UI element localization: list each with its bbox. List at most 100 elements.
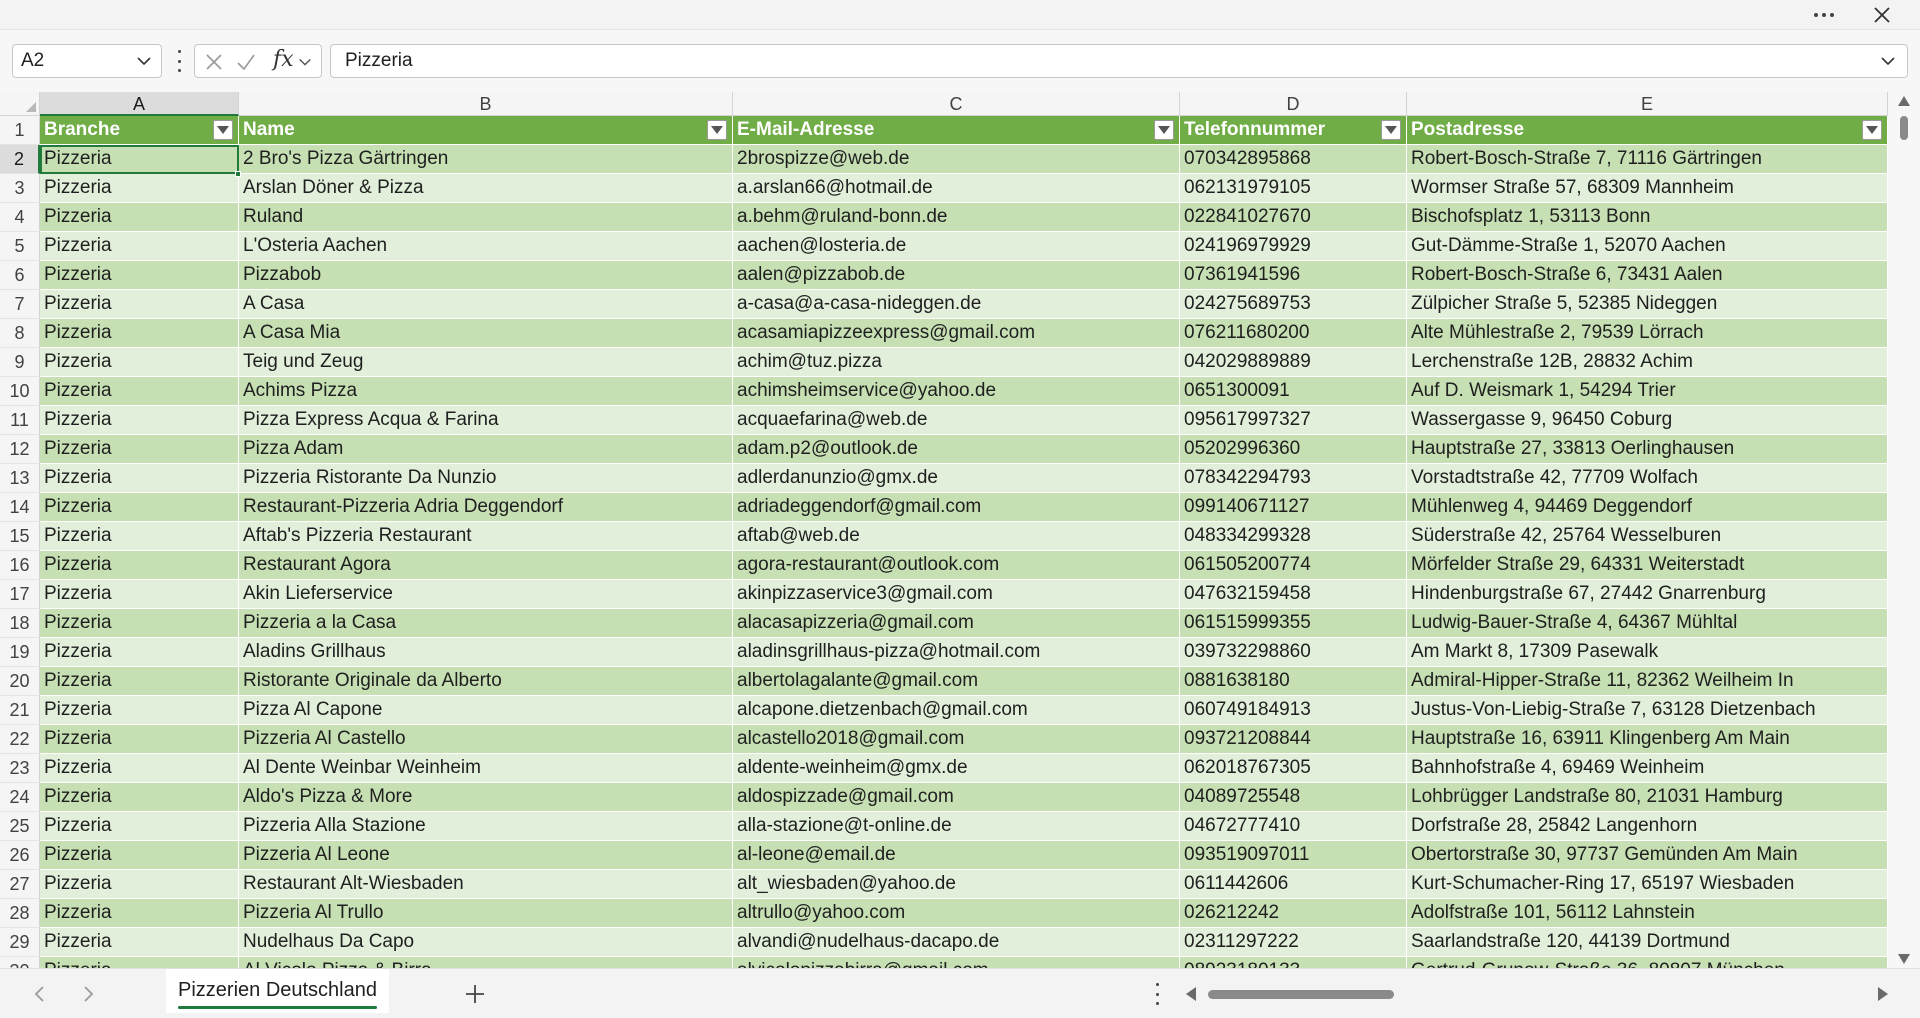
row-header[interactable]: 30	[0, 957, 40, 968]
table-cell[interactable]: Saarlandstraße 120, 44139 Dortmund	[1407, 928, 1888, 957]
table-cell[interactable]: adriadeggendorf@gmail.com	[733, 493, 1180, 522]
sheet-options-button[interactable]	[1153, 983, 1161, 1005]
table-cell[interactable]: A Casa	[239, 290, 733, 319]
table-cell[interactable]: Alte Mühlestraße 2, 79539 Lörrach	[1407, 319, 1888, 348]
table-cell[interactable]: Gut-Dämme-Straße 1, 52070 Aachen	[1407, 232, 1888, 261]
table-cell[interactable]: a-casa@a-casa-nideggen.de	[733, 290, 1180, 319]
table-cell[interactable]: Ludwig-Bauer-Straße 4, 64367 Mühltal	[1407, 609, 1888, 638]
table-cell[interactable]: Pizzeria	[40, 638, 239, 667]
table-cell[interactable]: Dorfstraße 28, 25842 Langenhorn	[1407, 812, 1888, 841]
table-cell[interactable]: Pizzeria Alla Stazione	[239, 812, 733, 841]
table-cell[interactable]: 024196979929	[1180, 232, 1407, 261]
table-cell[interactable]: 024275689753	[1180, 290, 1407, 319]
chevron-left-icon[interactable]	[30, 983, 50, 1005]
horizontal-scroll-thumb[interactable]	[1208, 990, 1394, 999]
chevron-down-icon[interactable]	[297, 54, 313, 70]
table-cell[interactable]: 093519097011	[1180, 841, 1407, 870]
row-header[interactable]: 13	[0, 464, 40, 493]
scroll-right-arrow-icon[interactable]	[1878, 987, 1888, 1001]
cancel-x-icon[interactable]	[203, 51, 225, 73]
table-cell[interactable]: Hindenburgstraße 67, 27442 Gnarrenburg	[1407, 580, 1888, 609]
table-cell[interactable]: Lohbrügger Landstraße 80, 21031 Hamburg	[1407, 783, 1888, 812]
row-header[interactable]: 15	[0, 522, 40, 551]
table-cell[interactable]: 08923180133	[1180, 957, 1407, 968]
table-cell[interactable]: Obertorstraße 30, 97737 Gemünden Am Main	[1407, 841, 1888, 870]
table-cell[interactable]: Aladins Grillhaus	[239, 638, 733, 667]
table-cell[interactable]: Robert-Bosch-Straße 7, 71116 Gärtringen	[1407, 145, 1888, 174]
table-cell[interactable]: Pizzeria	[40, 957, 239, 968]
row-header[interactable]: 22	[0, 725, 40, 754]
table-cell[interactable]: Mühlenweg 4, 94469 Deggendorf	[1407, 493, 1888, 522]
table-cell[interactable]: albertolagalante@gmail.com	[733, 667, 1180, 696]
table-header-cell[interactable]: E-Mail-Adresse	[733, 116, 1180, 145]
vertical-scroll-thumb[interactable]	[1900, 116, 1908, 140]
table-cell[interactable]: Pizzeria	[40, 145, 239, 174]
table-cell[interactable]: Pizzeria	[40, 696, 239, 725]
row-header[interactable]: 4	[0, 203, 40, 232]
table-cell[interactable]: Wassergasse 9, 96450 Coburg	[1407, 406, 1888, 435]
table-cell[interactable]: adam.p2@outlook.de	[733, 435, 1180, 464]
row-header[interactable]: 3	[0, 174, 40, 203]
filter-dropdown-button[interactable]	[707, 120, 727, 140]
table-cell[interactable]: 095617997327	[1180, 406, 1407, 435]
table-cell[interactable]: 2brospizze@web.de	[733, 145, 1180, 174]
table-cell[interactable]: Pizzeria	[40, 261, 239, 290]
row-header[interactable]: 16	[0, 551, 40, 580]
table-cell[interactable]: Wormser Straße 57, 68309 Mannheim	[1407, 174, 1888, 203]
table-cell[interactable]: Pizzeria	[40, 174, 239, 203]
scroll-down-arrow-icon[interactable]	[1898, 954, 1910, 964]
table-cell[interactable]: 0881638180	[1180, 667, 1407, 696]
vertical-scrollbar[interactable]	[1888, 92, 1920, 968]
table-cell[interactable]: achim@tuz.pizza	[733, 348, 1180, 377]
table-cell[interactable]: alvicolopizzabirra@gmail.com	[733, 957, 1180, 968]
table-cell[interactable]: 042029889889	[1180, 348, 1407, 377]
table-cell[interactable]: acasamiapizzeexpress@gmail.com	[733, 319, 1180, 348]
row-header[interactable]: 9	[0, 348, 40, 377]
table-cell[interactable]: Pizza Express Acqua & Farina	[239, 406, 733, 435]
table-cell[interactable]: Pizzeria	[40, 435, 239, 464]
row-header[interactable]: 25	[0, 812, 40, 841]
table-cell[interactable]: Pizzeria	[40, 667, 239, 696]
table-cell[interactable]: Restaurant Alt-Wiesbaden	[239, 870, 733, 899]
table-cell[interactable]: L'Osteria Aachen	[239, 232, 733, 261]
insert-function-icon[interactable]: fx	[273, 47, 294, 72]
table-cell[interactable]: Pizzeria Ristorante Da Nunzio	[239, 464, 733, 493]
table-cell[interactable]: Al Vicolo Pizza & Birra	[239, 957, 733, 968]
table-header-cell[interactable]: Name	[239, 116, 733, 145]
select-all-corner[interactable]	[0, 92, 40, 116]
column-header-b[interactable]: B	[239, 92, 733, 116]
row-header[interactable]: 11	[0, 406, 40, 435]
table-cell[interactable]: 048334299328	[1180, 522, 1407, 551]
table-cell[interactable]: Vorstadtstraße 42, 77709 Wolfach	[1407, 464, 1888, 493]
row-header[interactable]: 2	[0, 145, 40, 174]
table-cell[interactable]: Am Markt 8, 17309 Pasewalk	[1407, 638, 1888, 667]
table-header-cell[interactable]: Postadresse	[1407, 116, 1888, 145]
add-sheet-plus-icon[interactable]	[462, 981, 488, 1007]
table-cell[interactable]: Pizzeria	[40, 928, 239, 957]
table-cell[interactable]: alcapone.dietzenbach@gmail.com	[733, 696, 1180, 725]
table-cell[interactable]: Arslan Döner & Pizza	[239, 174, 733, 203]
table-cell[interactable]: Al Dente Weinbar Weinheim	[239, 754, 733, 783]
table-cell[interactable]: achimsheimservice@yahoo.de	[733, 377, 1180, 406]
table-cell[interactable]: Mörfelder Straße 29, 64331 Weiterstadt	[1407, 551, 1888, 580]
row-header[interactable]: 17	[0, 580, 40, 609]
column-header-c[interactable]: C	[733, 92, 1180, 116]
table-cell[interactable]: 026212242	[1180, 899, 1407, 928]
table-cell[interactable]: Pizzeria	[40, 406, 239, 435]
table-cell[interactable]: 0611442606	[1180, 870, 1407, 899]
table-cell[interactable]: Pizzeria	[40, 290, 239, 319]
table-cell[interactable]: Pizzeria	[40, 754, 239, 783]
table-cell[interactable]: Robert-Bosch-Straße 6, 73431 Aalen	[1407, 261, 1888, 290]
table-cell[interactable]: Pizzeria	[40, 841, 239, 870]
table-cell[interactable]: Pizzeria Al Trullo	[239, 899, 733, 928]
table-cell[interactable]: 061505200774	[1180, 551, 1407, 580]
table-cell[interactable]: aftab@web.de	[733, 522, 1180, 551]
table-cell[interactable]: Pizzeria	[40, 783, 239, 812]
row-header[interactable]: 27	[0, 870, 40, 899]
table-cell[interactable]: Bischofsplatz 1, 53113 Bonn	[1407, 203, 1888, 232]
row-header[interactable]: 26	[0, 841, 40, 870]
table-cell[interactable]: Aftab's Pizzeria Restaurant	[239, 522, 733, 551]
row-header[interactable]: 20	[0, 667, 40, 696]
row-header[interactable]: 5	[0, 232, 40, 261]
table-cell[interactable]: Pizza Adam	[239, 435, 733, 464]
